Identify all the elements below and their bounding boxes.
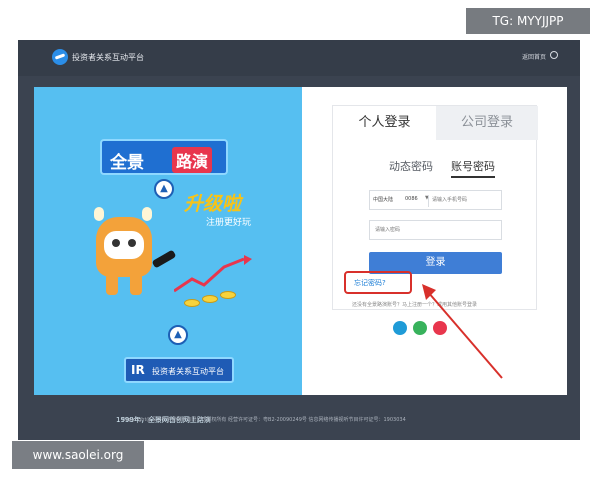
platform-logo-icon [52, 49, 68, 65]
subtab-dynamic-password[interactable]: 动态密码 [389, 158, 433, 174]
country-select[interactable]: 中国大陆 [373, 196, 393, 203]
mascot-face-icon [104, 231, 144, 259]
coin-icon [220, 291, 236, 299]
top-nav: 投资者关系互动平台 返回首页 [18, 40, 580, 76]
arrow-up-icon: ▲ [168, 325, 188, 345]
watermark-bottom: www.saolei.org [12, 441, 144, 469]
upgrade-subtitle: 注册更好玩 [206, 218, 252, 228]
site-name: 投资者关系互动平台 [72, 53, 144, 62]
mascot-eye-icon [112, 239, 120, 247]
brand-badge: 全景 路演 [100, 139, 228, 175]
upgrade-headline: 升级啦 [184, 193, 242, 215]
mascot-leg-icon [130, 273, 142, 295]
ir-platform-text: 投资者关系互动平台 [152, 367, 224, 376]
coin-icon [202, 295, 218, 303]
microphone-icon [151, 249, 177, 269]
brand-name-left: 全景 [110, 153, 144, 173]
country-code[interactable]: 0086 [405, 196, 418, 202]
password-field [369, 220, 502, 240]
annotation-arrow [422, 284, 503, 379]
promo-panel: 全景 路演 ▲ 升级啦 注册更好玩 ▲ IR 投资者关系互动平台 1999年，全… [34, 87, 302, 424]
footer-copyright: Copyright@深圳市全景网络有限公司版权所有 经营许可证号：粤B2-200… [122, 417, 406, 423]
subtab-account-password[interactable]: 账号密码 [451, 158, 495, 178]
phone-input[interactable] [432, 196, 500, 204]
exit-icon[interactable] [550, 51, 558, 59]
tab-personal-login[interactable]: 个人登录 [333, 106, 436, 140]
brand-name-right: 路演 [172, 147, 213, 173]
phone-field: 中国大陆 0086 ▼ [369, 190, 502, 210]
tab-company-login[interactable]: 公司登录 [436, 106, 538, 140]
mascot-leg-icon [106, 273, 118, 295]
field-divider [428, 195, 429, 207]
back-home-link[interactable]: 返回首页 [522, 52, 546, 61]
ir-logo-icon: IR [131, 363, 145, 377]
password-input[interactable] [375, 226, 495, 234]
coin-icon [184, 299, 200, 307]
ir-platform-badge: IR 投资者关系互动平台 [124, 357, 234, 383]
mascot-horn-left-icon [94, 207, 104, 221]
mascot-eye-icon [128, 239, 136, 247]
growth-chart-icon [174, 255, 252, 293]
arrow-up-icon: ▲ [154, 179, 174, 199]
mascot-horn-right-icon [142, 207, 152, 221]
watermark-top: TG: MYYJJPP [466, 8, 590, 34]
forgot-password-link[interactable]: 忘记密码? [354, 278, 386, 288]
